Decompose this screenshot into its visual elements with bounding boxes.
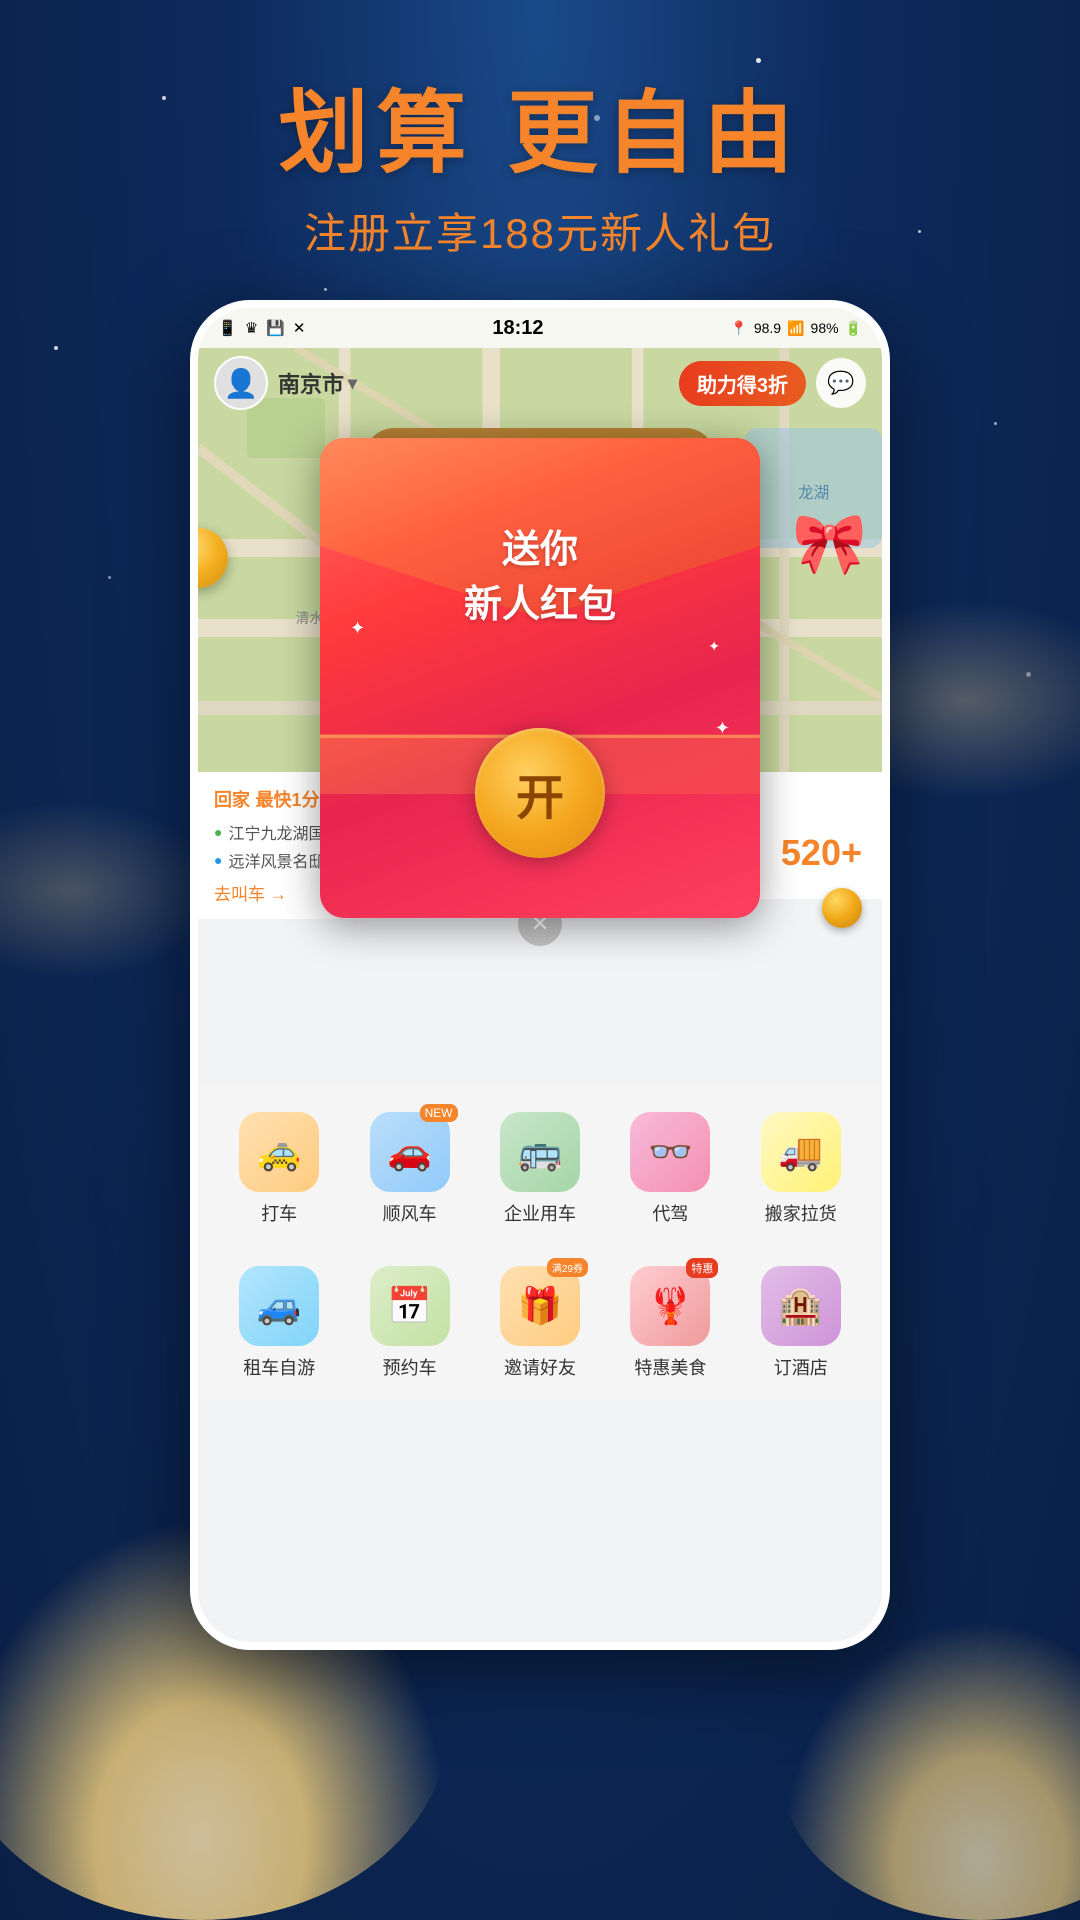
signal-text: 98.9 [754, 320, 781, 336]
freight-icon-wrapper: 🚚 [761, 1112, 841, 1192]
main-title: 划算 更自由 [0, 60, 1080, 190]
location-dot-blue: ● [214, 852, 222, 868]
service-driver[interactable]: 👓 代驾 [630, 1112, 710, 1226]
taxi-icon-wrapper: 🚕 [239, 1112, 319, 1192]
driver-icon: 👓 [630, 1112, 710, 1192]
header-section: 划算 更自由 注册立享188元新人礼包 [0, 60, 1080, 261]
sparkle-1: ✦ [350, 618, 365, 639]
status-time: 18:12 [305, 317, 730, 340]
phone-frame: 📱 ♛ 💾 ✕ 18:12 📍 98.9 📶 98% 🔋 [190, 300, 890, 1650]
carpool-icon: 🚗 [370, 1112, 450, 1192]
location-dot-green: ● [214, 824, 222, 840]
service-enterprise[interactable]: 🚌 企业用车 [500, 1112, 580, 1226]
enterprise-icon-wrapper: 🚌 [500, 1112, 580, 1192]
service-invite[interactable]: 🎁 满29券 邀请好友 [500, 1266, 580, 1380]
food-icon: 🦞 [630, 1266, 710, 1346]
red-envelope-overlay: 送你 新人红包 ✦ ✦ ✦ 开 [320, 438, 760, 918]
status-bar: 📱 ♛ 💾 ✕ 18:12 📍 98.9 📶 98% 🔋 [198, 308, 882, 348]
invite-icon-wrapper: 🎁 满29券 [500, 1266, 580, 1346]
service-food[interactable]: 🦞 特惠 特惠美食 [630, 1266, 710, 1380]
red-envelope-body[interactable]: 送你 新人红包 ✦ ✦ ✦ 开 [320, 438, 760, 918]
user-avatar[interactable]: 👤 [214, 356, 268, 410]
service-freight[interactable]: 🚚 搬家拉货 [761, 1112, 841, 1226]
taxi-icon: 🚕 [239, 1112, 319, 1192]
sparkle-2: ✦ [708, 638, 720, 655]
sub-title: 注册立享188元新人礼包 [0, 200, 1080, 261]
sparkle-3: ✦ [715, 718, 730, 739]
battery-text: 98% [811, 320, 839, 336]
rental-icon-wrapper: 🚙 [239, 1266, 319, 1346]
rental-label: 租车自游 [243, 1354, 315, 1380]
freight-label: 搬家拉货 [765, 1200, 837, 1226]
svg-text:龙湖: 龙湖 [798, 484, 829, 502]
food-icon-wrapper: 🦞 特惠 [630, 1266, 710, 1346]
service-hotel[interactable]: 🏨 订酒店 [761, 1266, 841, 1380]
freight-icon: 🚚 [761, 1112, 841, 1192]
invite-label: 邀请好友 [504, 1354, 576, 1380]
driver-icon-wrapper: 👓 [630, 1112, 710, 1192]
city-selector[interactable]: 南京市 ▾ [278, 367, 357, 399]
hotel-icon: 🏨 [761, 1266, 841, 1346]
message-button[interactable]: 💬 [816, 358, 866, 408]
service-appt[interactable]: 📅 预约车 [370, 1266, 450, 1380]
gold-ball-right [822, 888, 862, 928]
services-section: 🚕 打车 🚗 NEW 顺风车 🚌 [198, 1082, 882, 1400]
promo-button[interactable]: 助力得3折 [679, 361, 806, 406]
rental-icon: 🚙 [239, 1266, 319, 1346]
driver-label: 代驾 [652, 1200, 688, 1226]
status-icons-right: 📍 98.9 📶 98% 🔋 [730, 320, 862, 337]
enterprise-icon: 🚌 [500, 1112, 580, 1192]
service-rental[interactable]: 🚙 租车自游 [239, 1266, 319, 1380]
prize-amount: 520+ [781, 832, 862, 874]
invite-badge: 满29券 [547, 1258, 588, 1277]
service-carpool[interactable]: 🚗 NEW 顺风车 [370, 1112, 450, 1226]
app-header: 👤 南京市 ▾ 助力得3折 💬 [198, 348, 882, 418]
open-envelope-button[interactable]: 开 [475, 728, 605, 858]
carpool-label: 顺风车 [383, 1200, 437, 1226]
appt-label: 预约车 [383, 1354, 437, 1380]
service-taxi[interactable]: 🚕 打车 [239, 1112, 319, 1226]
new-badge: NEW [420, 1104, 458, 1122]
hotel-label: 订酒店 [774, 1354, 828, 1380]
services-row-1: 🚕 打车 🚗 NEW 顺风车 🚌 [198, 1092, 882, 1246]
gift-pkg-decoration: 🎀 [792, 508, 872, 588]
appt-icon-wrapper: 📅 [370, 1266, 450, 1346]
appt-icon: 📅 [370, 1266, 450, 1346]
envelope-text: 送你 新人红包 [464, 518, 616, 628]
carpool-icon-wrapper: 🚗 NEW [370, 1112, 450, 1192]
food-badge: 特惠 [686, 1258, 718, 1278]
taxi-label: 打车 [261, 1200, 297, 1226]
status-icons-left: 📱 ♛ 💾 ✕ [218, 319, 305, 337]
food-label: 特惠美食 [634, 1354, 706, 1380]
enterprise-label: 企业用车 [504, 1200, 576, 1226]
services-row-2: 🚙 租车自游 📅 预约车 🎁 满29券 [198, 1246, 882, 1400]
invite-icon: 🎁 [500, 1266, 580, 1346]
phone-screen: 📱 ♛ 💾 ✕ 18:12 📍 98.9 📶 98% 🔋 [198, 308, 882, 1642]
hotel-icon-wrapper: 🏨 [761, 1266, 841, 1346]
